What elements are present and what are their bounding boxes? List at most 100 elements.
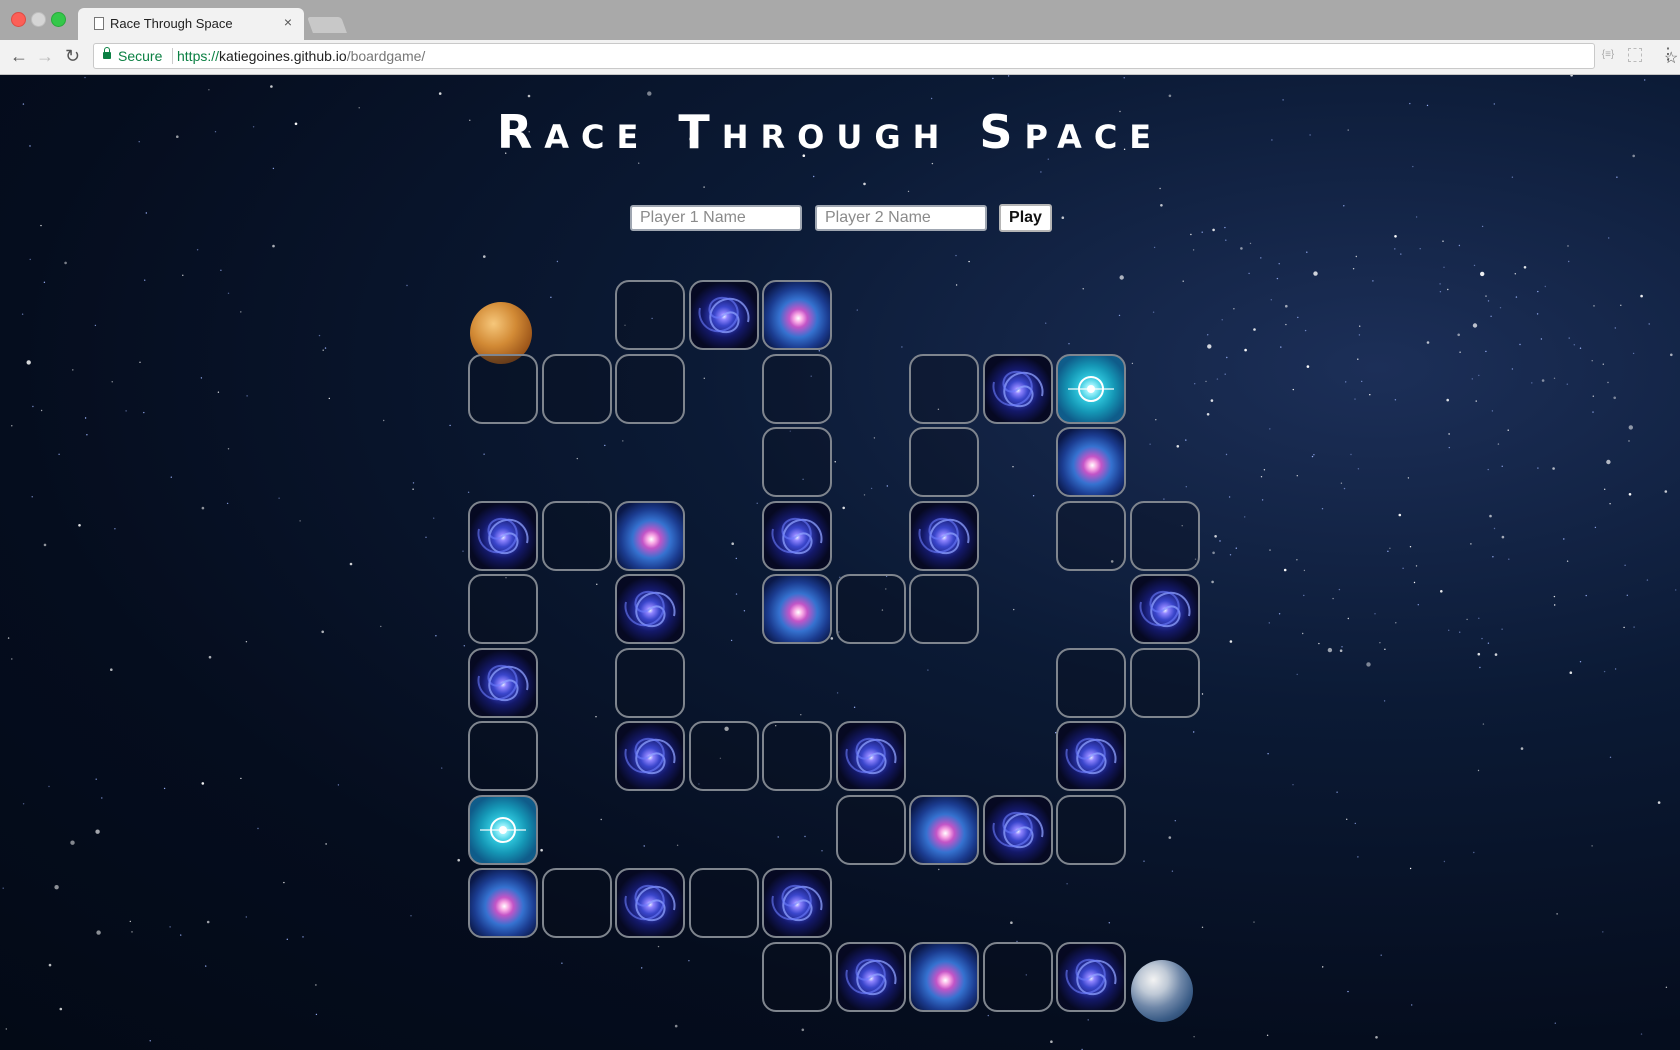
star <box>1458 244 1461 247</box>
star <box>283 881 285 884</box>
star <box>1609 756 1612 758</box>
star <box>1593 305 1595 307</box>
star <box>1648 323 1650 325</box>
star <box>1350 453 1352 456</box>
spiral-galaxy-icon <box>477 664 529 701</box>
star <box>842 506 845 510</box>
empty-tile <box>615 353 685 424</box>
forward-arrow-icon[interactable]: → <box>36 45 54 67</box>
star <box>1244 516 1246 518</box>
star <box>29 258 31 261</box>
spiral-galaxy-icon <box>991 811 1044 848</box>
star <box>1459 351 1461 353</box>
star <box>1614 668 1617 670</box>
url-text[interactable]: https://katiegoines.github.io/boardgame/ <box>177 48 425 64</box>
star <box>31 496 33 498</box>
star <box>1321 508 1324 510</box>
star <box>1322 966 1324 968</box>
star <box>955 284 958 286</box>
galaxy-tile <box>1056 941 1126 1012</box>
star <box>804 835 806 838</box>
star <box>1440 590 1443 593</box>
star <box>595 716 597 718</box>
star <box>1214 535 1217 538</box>
star <box>95 778 97 780</box>
star <box>873 437 876 439</box>
star <box>657 945 660 948</box>
star <box>315 1013 318 1016</box>
star <box>1614 327 1617 329</box>
star <box>324 347 327 349</box>
star <box>325 843 327 845</box>
spiral-galaxy-icon <box>697 296 750 334</box>
star <box>1207 334 1209 336</box>
star <box>1352 268 1355 270</box>
star <box>1143 860 1145 862</box>
star <box>43 543 47 547</box>
reload-icon[interactable]: ↻ <box>65 45 80 67</box>
star <box>1149 443 1151 445</box>
star <box>1303 569 1306 572</box>
browser-tab[interactable]: Race Through Space × <box>78 8 304 40</box>
star <box>72 369 74 371</box>
star <box>1332 597 1334 600</box>
star <box>1375 1036 1378 1039</box>
empty-tile <box>1129 500 1200 571</box>
star <box>1235 547 1238 549</box>
window-minimize-icon[interactable] <box>31 12 46 27</box>
player1-name-input[interactable] <box>630 205 802 231</box>
page-icon <box>94 17 104 30</box>
player2-name-input[interactable] <box>815 205 987 231</box>
star <box>78 524 81 527</box>
empty-tile <box>835 794 906 865</box>
browser-toolbar: ← → ↻ Secure https://katiegoines.github.… <box>0 40 1680 75</box>
star <box>1292 388 1295 391</box>
window-close-icon[interactable] <box>11 12 26 27</box>
back-arrow-icon[interactable]: ← <box>10 45 28 67</box>
extension-icon[interactable]: {≡} <box>1601 48 1615 62</box>
star <box>955 254 957 257</box>
star <box>1579 347 1582 349</box>
star <box>425 536 427 538</box>
star <box>930 97 933 100</box>
window-maximize-icon[interactable] <box>51 12 66 27</box>
galaxy-tile <box>615 868 685 938</box>
star <box>48 963 52 967</box>
star <box>1471 378 1474 380</box>
star <box>1620 304 1622 306</box>
star <box>674 1024 678 1028</box>
star <box>1480 271 1485 277</box>
star <box>257 827 259 830</box>
portal-tile <box>1056 353 1126 424</box>
game-page: Race Through Space Play <box>0 75 1680 1050</box>
star <box>813 175 815 178</box>
star <box>1664 490 1668 493</box>
star <box>1306 251 1308 253</box>
nebula-tile <box>468 868 538 938</box>
star <box>1168 94 1172 98</box>
star <box>1567 245 1569 247</box>
star <box>94 324 97 327</box>
star <box>1194 383 1196 385</box>
new-tab-button[interactable] <box>307 17 347 33</box>
star <box>1439 291 1442 293</box>
earth-finish-icon <box>1131 960 1193 1022</box>
extension-puzzle-icon[interactable] <box>1628 48 1642 62</box>
star <box>1501 465 1503 467</box>
star <box>1400 253 1402 255</box>
star <box>1566 383 1569 385</box>
tab-close-icon[interactable]: × <box>284 14 292 30</box>
star <box>412 488 414 490</box>
address-bar[interactable]: Secure https://katiegoines.github.io/boa… <box>93 43 1678 69</box>
star <box>1644 79 1646 81</box>
star <box>21 313 24 315</box>
star <box>1336 791 1338 793</box>
spiral-galaxy-icon <box>771 884 823 922</box>
star <box>1585 594 1587 597</box>
star <box>1604 488 1606 490</box>
play-button[interactable]: Play <box>999 204 1052 232</box>
star <box>1341 646 1343 648</box>
star <box>1163 498 1165 500</box>
more-vert-icon[interactable]: ⋮ <box>1660 45 1676 65</box>
star <box>1633 626 1635 628</box>
